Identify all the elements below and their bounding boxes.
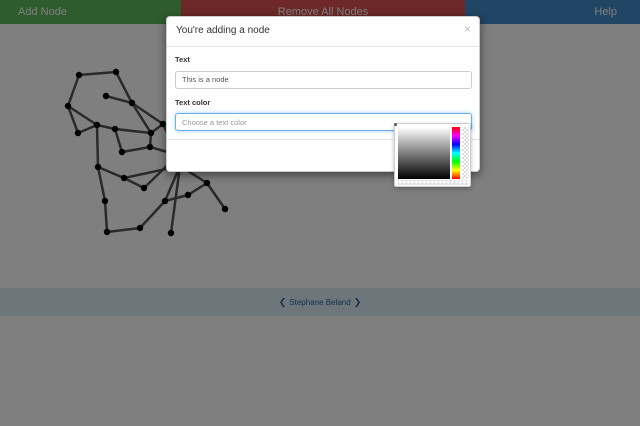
color-picker [394,123,471,187]
close-icon[interactable]: × [464,23,471,35]
picker-handle[interactable] [394,123,397,126]
hue-slider[interactable] [452,127,460,179]
modal-title: You're adding a node [176,25,270,36]
modal-header: You're adding a node × [167,17,479,47]
node-text-input[interactable] [175,70,472,89]
alpha-slider[interactable] [462,127,469,179]
color-preview [398,180,469,185]
saturation-value-area[interactable] [398,127,450,179]
text-label: Text [175,55,190,64]
text-color-label: Text color [175,97,211,107]
modal-body: Text Text color [167,47,479,131]
